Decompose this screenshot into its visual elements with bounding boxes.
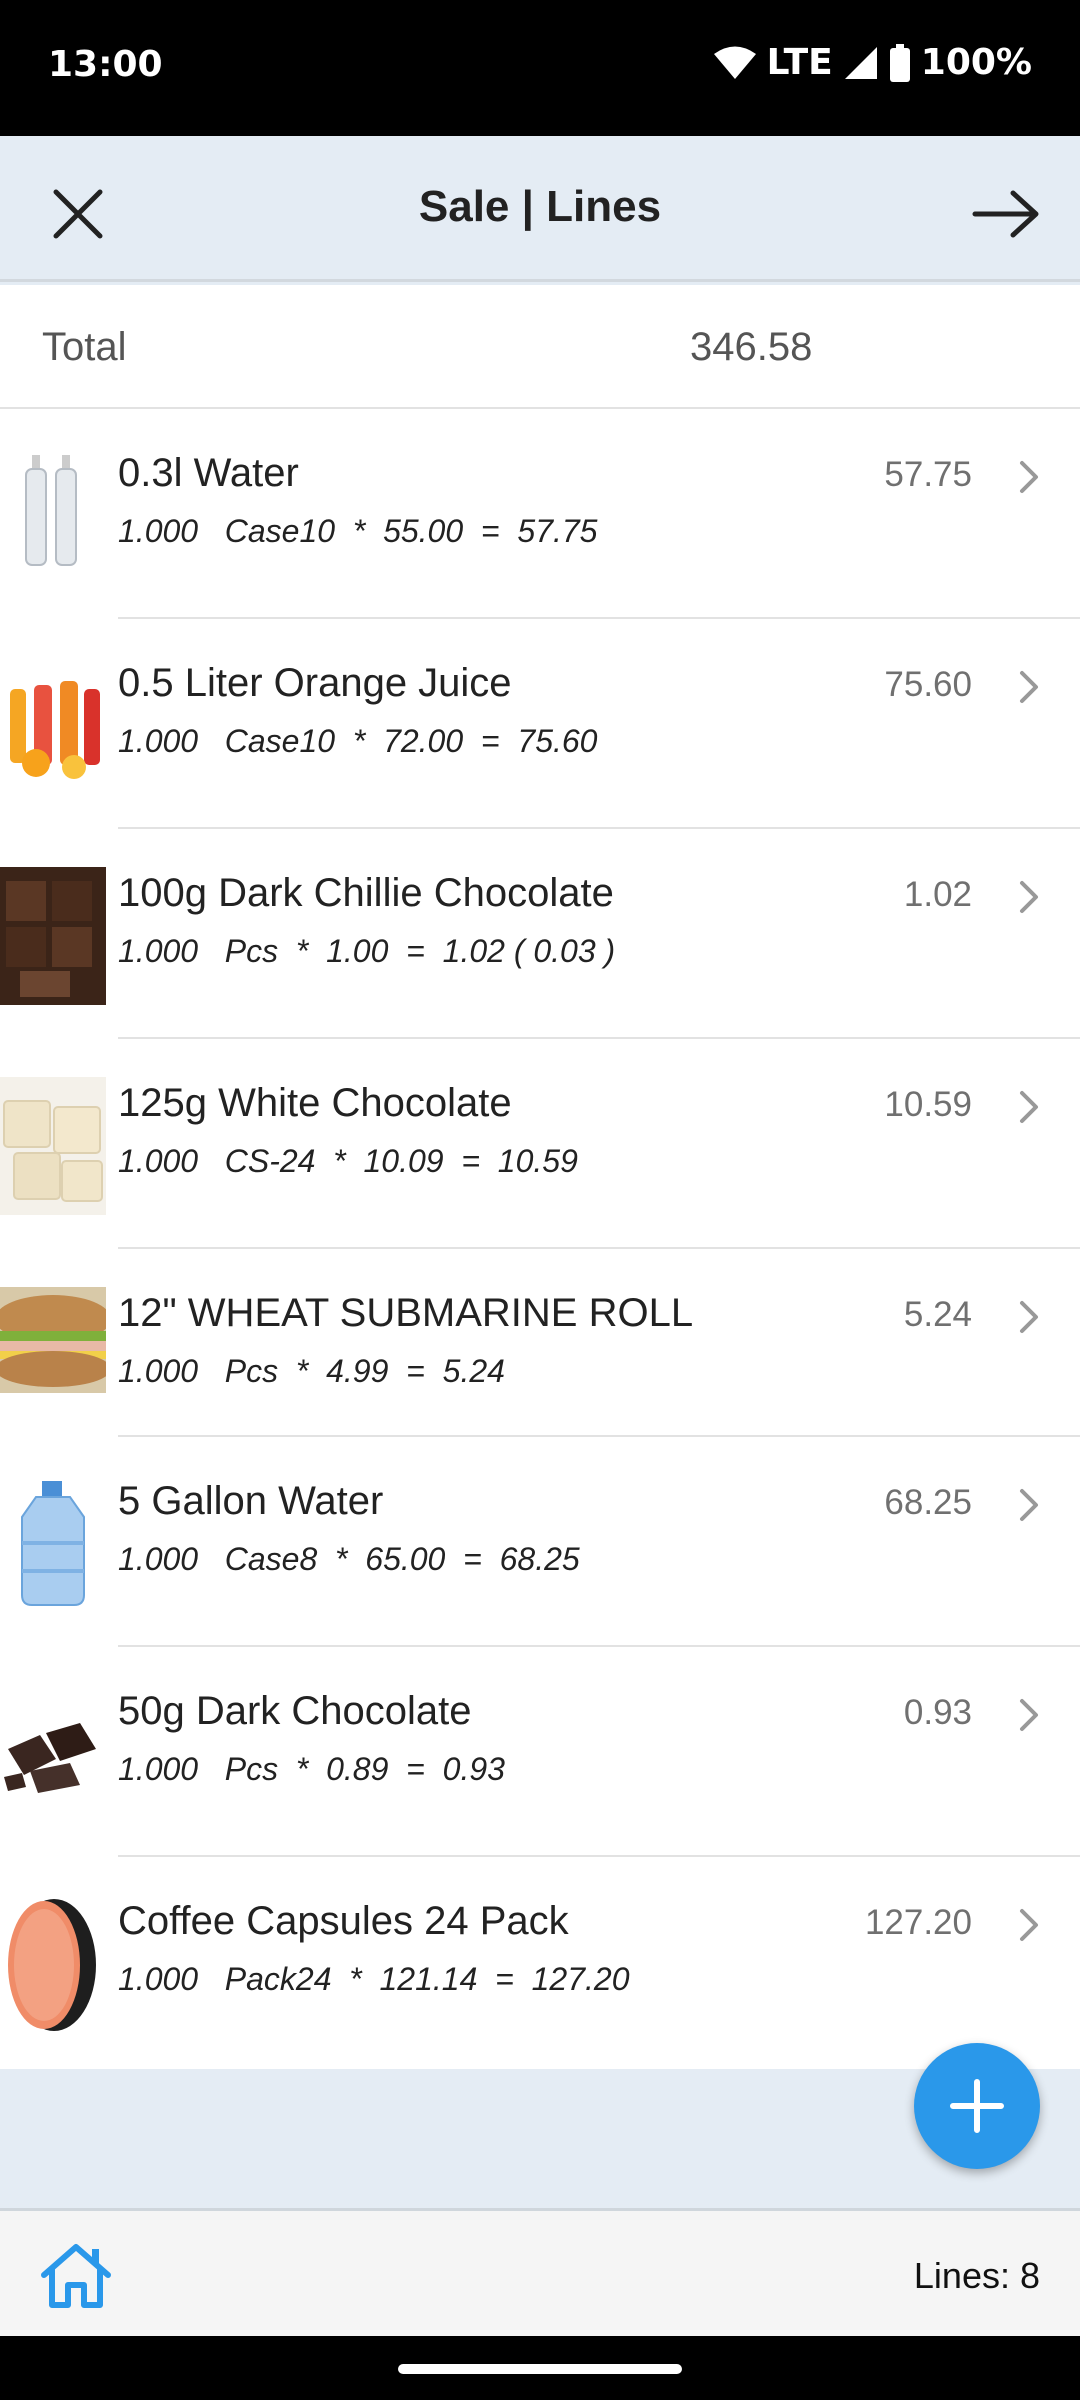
- network-type: LTE: [766, 42, 833, 83]
- item-name: 0.3l Water: [118, 451, 299, 495]
- item-name: 12" WHEAT SUBMARINE ROLL: [118, 1291, 694, 1335]
- item-calculation: 1.000 CS-24 * 10.09 = 10.59: [118, 1143, 578, 1179]
- gesture-handle[interactable]: [398, 2364, 682, 2374]
- item-name: 125g White Chocolate: [118, 1081, 512, 1125]
- item-calculation: 1.000 Pcs * 0.89 = 0.93: [118, 1751, 505, 1787]
- status-time: 13:00: [48, 44, 163, 85]
- system-nav-bar: [0, 2336, 1080, 2400]
- item-amount: 5.24: [903, 1295, 972, 1334]
- chevron-right-icon: [1020, 1489, 1038, 1521]
- total-value: 346.58: [690, 325, 813, 369]
- list-item[interactable]: 100g Dark Chillie Chocolate 1.000 Pcs * …: [0, 829, 1080, 1039]
- page-title: Sale | Lines: [418, 182, 662, 231]
- sale-lines-list: 0.3l Water 1.000 Case10 * 55.00 = 57.75 …: [0, 409, 1080, 2069]
- wifi-icon: [713, 46, 756, 79]
- signal-icon: [844, 46, 877, 79]
- total-row: Total 346.58: [0, 285, 1080, 409]
- item-amount: 127.20: [864, 1903, 972, 1942]
- chevron-right-icon: [1020, 671, 1038, 703]
- list-item[interactable]: 125g White Chocolate 1.000 CS-24 * 10.09…: [0, 1039, 1080, 1249]
- list-item[interactable]: Coffee Capsules 24 Pack 1.000 Pack24 * 1…: [0, 1857, 1080, 2069]
- item-calculation: 1.000 Pcs * 4.99 = 5.24: [118, 1353, 505, 1389]
- chevron-right-icon: [1020, 461, 1038, 493]
- item-calculation: 1.000 Case8 * 65.00 = 68.25: [118, 1541, 580, 1577]
- home-icon: [41, 2244, 111, 2308]
- home-button[interactable]: [38, 2241, 114, 2311]
- item-calculation: 1.000 Case10 * 55.00 = 57.75: [118, 513, 598, 549]
- submarine-sandwich-image: [0, 1287, 106, 1393]
- item-name: 50g Dark Chocolate: [118, 1689, 472, 1733]
- list-item[interactable]: 0.3l Water 1.000 Case10 * 55.00 = 57.75 …: [0, 409, 1080, 619]
- chevron-right-icon: [1020, 1699, 1038, 1731]
- item-calculation: 1.000 Pack24 * 121.14 = 127.20: [118, 1961, 630, 1997]
- total-label: Total: [42, 325, 127, 369]
- item-name: Coffee Capsules 24 Pack: [118, 1899, 569, 1943]
- dark-chocolate-image: [0, 867, 106, 1005]
- lines-count: Lines: 8: [913, 2255, 1040, 2296]
- chevron-right-icon: [1020, 1091, 1038, 1123]
- water-jug-image: [0, 1477, 106, 1609]
- item-calculation: 1.000 Case10 * 72.00 = 75.60: [118, 723, 598, 759]
- chevron-right-icon: [1020, 881, 1038, 913]
- item-calculation: 1.000 Pcs * 1.00 = 1.02 ( 0.03 ): [118, 933, 616, 969]
- chevron-right-icon: [1020, 1301, 1038, 1333]
- list-item[interactable]: 5 Gallon Water 1.000 Case8 * 65.00 = 68.…: [0, 1437, 1080, 1647]
- list-item[interactable]: 50g Dark Chocolate 1.000 Pcs * 0.89 = 0.…: [0, 1647, 1080, 1857]
- item-amount: 68.25: [884, 1483, 972, 1522]
- item-name: 0.5 Liter Orange Juice: [118, 661, 512, 705]
- item-amount: 0.93: [903, 1693, 972, 1732]
- item-amount: 1.02: [903, 875, 972, 914]
- item-amount: 75.60: [884, 665, 972, 704]
- chocolate-pieces-image: [0, 1683, 106, 1807]
- add-line-button[interactable]: [914, 2043, 1040, 2169]
- water-bottles-image: [0, 449, 106, 569]
- chevron-right-icon: [1020, 1909, 1038, 1941]
- next-button[interactable]: [966, 176, 1046, 252]
- item-amount: 57.75: [884, 455, 972, 494]
- plus-icon: [950, 2079, 1004, 2133]
- coffee-capsule-image: [0, 1893, 106, 2037]
- white-chocolate-image: [0, 1077, 106, 1215]
- juice-bottles-image: [0, 659, 106, 779]
- bottom-bar: Lines: 8: [0, 2208, 1080, 2336]
- arrow-right-icon: [972, 190, 1039, 238]
- list-item[interactable]: 0.5 Liter Orange Juice 1.000 Case10 * 72…: [0, 619, 1080, 829]
- list-item[interactable]: 12" WHEAT SUBMARINE ROLL 1.000 Pcs * 4.9…: [0, 1249, 1080, 1437]
- battery-level: 100%: [920, 42, 1032, 83]
- item-name: 5 Gallon Water: [118, 1479, 384, 1523]
- status-indicators: LTE 100%: [713, 42, 1032, 83]
- item-amount: 10.59: [884, 1085, 972, 1124]
- item-name: 100g Dark Chillie Chocolate: [118, 871, 614, 915]
- status-bar: 13:00 LTE 100%: [0, 0, 1080, 136]
- battery-icon: [889, 43, 910, 82]
- app-bar: Sale | Lines: [0, 136, 1080, 282]
